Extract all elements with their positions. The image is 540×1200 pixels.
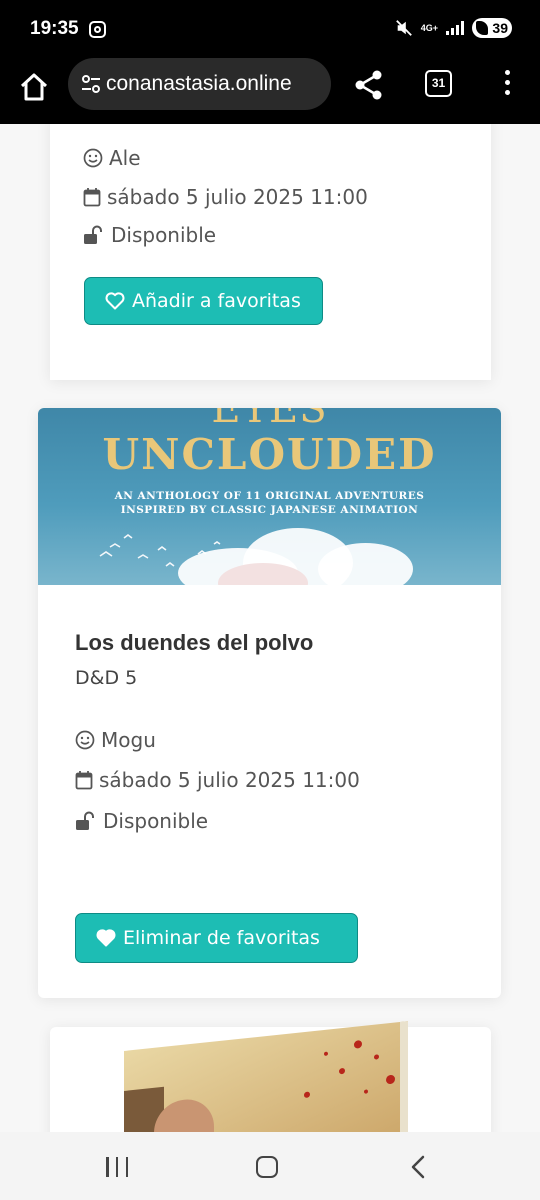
date-row: sábado 5 julio 2025 11:00 bbox=[83, 185, 368, 209]
calendar-icon bbox=[75, 771, 93, 790]
adventure-cover-image[interactable]: EYES UNCLOUDED AN ANTHOLOGY OF 11 ORIGIN… bbox=[38, 408, 501, 585]
status-time: 19:35 bbox=[30, 18, 79, 39]
signal-icon bbox=[446, 21, 464, 35]
add-favorite-button[interactable]: Añadir a favoritas bbox=[84, 277, 323, 325]
tab-switcher-button[interactable]: 31 bbox=[425, 70, 452, 97]
gm-row: Mogu bbox=[75, 728, 156, 752]
calendar-icon bbox=[83, 188, 101, 207]
address-bar[interactable]: conanastasia.online bbox=[68, 58, 331, 110]
more-options-icon[interactable] bbox=[497, 70, 517, 102]
adventure-cover-image[interactable] bbox=[124, 1021, 408, 1132]
session-date: sábado 5 julio 2025 11:00 bbox=[99, 768, 360, 792]
battery-level: 39 bbox=[492, 20, 508, 36]
unlock-icon bbox=[84, 225, 102, 244]
game-card bbox=[50, 1021, 491, 1132]
instagram-notification-icon bbox=[89, 21, 106, 38]
availability-row: Disponible bbox=[83, 223, 216, 247]
network-type: 4G+ bbox=[420, 22, 438, 33]
gm-name: Mogu bbox=[101, 728, 156, 752]
back-icon[interactable] bbox=[408, 1155, 430, 1179]
gm-name: Ale bbox=[109, 146, 141, 170]
smiley-icon bbox=[83, 148, 103, 168]
availability-row: Disponible bbox=[75, 809, 208, 833]
home-button-icon[interactable] bbox=[256, 1156, 278, 1178]
site-settings-icon[interactable] bbox=[80, 73, 102, 95]
recent-apps-icon[interactable] bbox=[106, 1157, 128, 1177]
remove-favorite-button[interactable]: Eliminar de favoritas bbox=[75, 913, 358, 963]
game-card: Ale sábado 5 julio 2025 11:00 Disponible… bbox=[50, 124, 491, 380]
power-saving-icon bbox=[476, 21, 488, 35]
battery-indicator: 39 bbox=[472, 18, 512, 38]
game-system: D&D 5 bbox=[75, 667, 138, 689]
add-favorite-label: Añadir a favoritas bbox=[132, 290, 301, 312]
home-icon[interactable] bbox=[18, 71, 50, 103]
game-card: EYES UNCLOUDED AN ANTHOLOGY OF 11 ORIGIN… bbox=[38, 408, 501, 998]
system-nav-bar bbox=[0, 1132, 540, 1200]
url-text: conanastasia.online bbox=[106, 72, 292, 95]
page-content[interactable]: Ale sábado 5 julio 2025 11:00 Disponible… bbox=[0, 124, 540, 1132]
smiley-icon bbox=[75, 730, 95, 750]
availability-status: Disponible bbox=[111, 223, 217, 247]
date-row: sábado 5 julio 2025 11:00 bbox=[75, 768, 360, 792]
remove-favorite-label: Eliminar de favoritas bbox=[123, 927, 320, 949]
mute-icon bbox=[395, 20, 412, 36]
unlock-icon bbox=[76, 811, 94, 830]
game-title[interactable]: Los duendes del polvo bbox=[75, 630, 313, 656]
heart-outline-icon bbox=[105, 292, 125, 310]
session-date: sábado 5 julio 2025 11:00 bbox=[107, 185, 368, 209]
share-icon[interactable] bbox=[352, 68, 386, 102]
status-bar: 19:35 4G+ 39 bbox=[0, 0, 540, 58]
availability-status: Disponible bbox=[103, 809, 209, 833]
heart-filled-icon bbox=[96, 929, 116, 947]
browser-toolbar: conanastasia.online 31 bbox=[0, 58, 540, 124]
gm-row: Ale bbox=[83, 146, 141, 170]
